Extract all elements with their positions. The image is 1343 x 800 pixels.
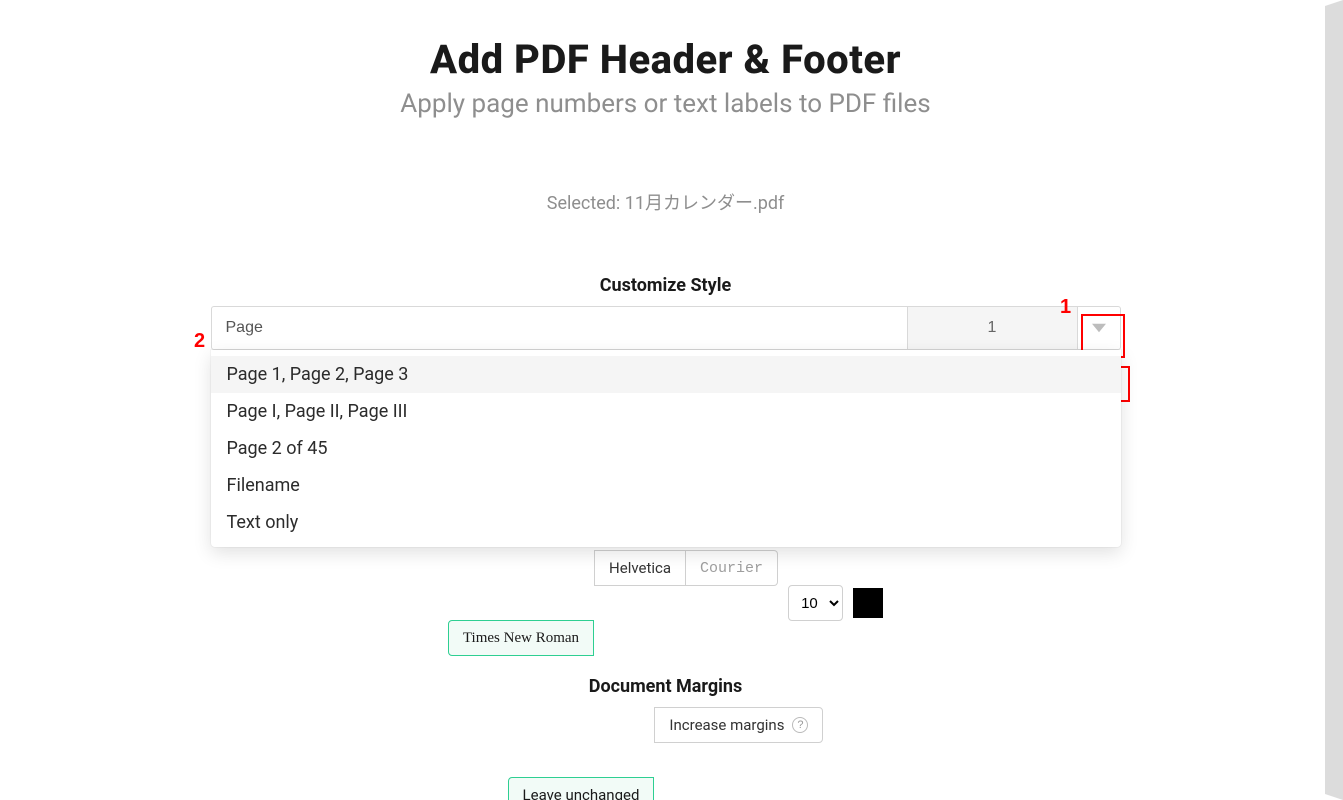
- format-dropdown: Page 1, Page 2, Page 3 Page I, Page II, …: [211, 350, 1121, 547]
- customize-style-heading: Customize Style: [6, 275, 1325, 296]
- font-times-button[interactable]: Times New Roman: [448, 620, 594, 656]
- page-format-input[interactable]: [211, 306, 907, 350]
- font-color-swatch[interactable]: [853, 588, 883, 618]
- font-size-select[interactable]: 10: [788, 585, 843, 621]
- page-subtitle: Apply page numbers or text labels to PDF…: [6, 89, 1325, 119]
- selected-file-label: Selected: 11月カレンダー.pdf: [6, 189, 1325, 215]
- margins-increase-button[interactable]: Increase margins ?: [654, 707, 823, 743]
- caret-down-icon: [1092, 321, 1106, 335]
- margins-unchanged-button[interactable]: Leave unchanged: [508, 777, 655, 800]
- margins-group: Leave unchanged Increase margins ?: [508, 707, 824, 800]
- style-row: Page 1, Page 2, Page 3 Page I, Page II, …: [211, 306, 1121, 350]
- start-number-input[interactable]: [907, 306, 1077, 350]
- help-icon[interactable]: ?: [792, 717, 808, 733]
- format-option-roman[interactable]: Page I, Page II, Page III: [211, 393, 1121, 430]
- format-option-page-of[interactable]: Page 2 of 45: [211, 430, 1121, 467]
- document-margins-heading: Document Margins: [6, 676, 1325, 697]
- format-option-arabic[interactable]: Page 1, Page 2, Page 3: [211, 356, 1121, 393]
- annotation-label-2: 2: [194, 330, 205, 353]
- font-family-group: Times New Roman Helvetica Courier: [448, 550, 778, 656]
- selected-filename: 11月カレンダー.pdf: [625, 193, 785, 214]
- font-helvetica-button[interactable]: Helvetica: [594, 550, 686, 586]
- margins-row: Leave unchanged Increase margins ?: [6, 707, 1325, 800]
- format-option-filename[interactable]: Filename: [211, 467, 1121, 504]
- font-row: Times New Roman Helvetica Courier 10: [6, 550, 1325, 656]
- font-courier-button[interactable]: Courier: [686, 550, 778, 586]
- page-title: Add PDF Header & Footer: [6, 36, 1325, 83]
- margins-increase-label: Increase margins: [669, 716, 784, 734]
- format-option-textonly[interactable]: Text only: [211, 504, 1121, 541]
- format-dropdown-toggle[interactable]: [1077, 306, 1121, 350]
- selected-prefix: Selected:: [547, 193, 625, 214]
